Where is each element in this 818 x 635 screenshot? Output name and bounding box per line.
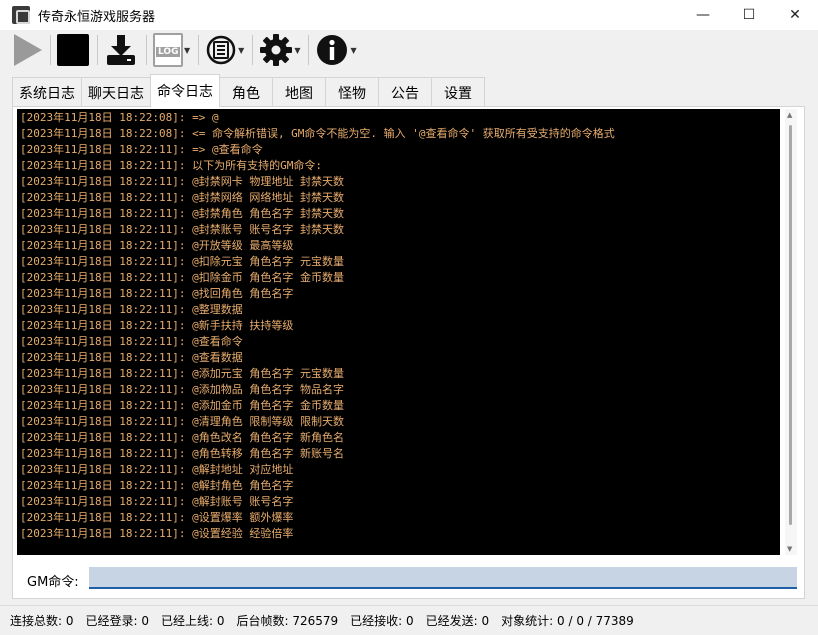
toolbar-separator xyxy=(50,35,51,65)
log-line: [2023年11月18日 18:22:11]: @添加物品 角色名字 物品名字 xyxy=(20,383,344,396)
chevron-down-icon: ▼ xyxy=(184,45,191,55)
scrollbar-thumb[interactable] xyxy=(789,125,792,525)
window-controls: — ☐ ✕ xyxy=(680,0,818,30)
log-line: [2023年11月18日 18:22:11]: @开放等级 最高等级 xyxy=(20,239,294,252)
log-line: [2023年11月18日 18:22:11]: @解封角色 角色名字 xyxy=(20,479,294,492)
log-line: [2023年11月18日 18:22:11]: @扣除金币 角色名字 金币数量 xyxy=(20,271,344,284)
log-line: [2023年11月18日 18:22:11]: => @查看命令 xyxy=(20,143,263,156)
tab-settings[interactable]: 设置 xyxy=(431,77,485,107)
play-icon xyxy=(14,34,42,66)
chevron-down-icon: ▼ xyxy=(350,45,357,55)
toolbar-separator xyxy=(146,35,147,65)
log-icon-label: LOG xyxy=(156,47,181,57)
log-line: [2023年11月18日 18:22:11]: @封禁账号 账号名字 封禁天数 xyxy=(20,223,344,236)
log-line: [2023年11月18日 18:22:11]: @清理角色 限制等级 限制天数 xyxy=(20,415,344,428)
stop-server-button[interactable] xyxy=(57,32,89,68)
stop-icon xyxy=(57,34,89,66)
log-line: [2023年11月18日 18:22:11]: @封禁网卡 物理地址 封禁天数 xyxy=(20,175,344,188)
log-line: [2023年11月18日 18:22:11]: @角色改名 角色名字 新角色名 xyxy=(20,431,344,444)
about-button[interactable]: ▼ xyxy=(315,32,357,68)
log-line: [2023年11月18日 18:22:11]: @封禁网络 网络地址 封禁天数 xyxy=(20,191,344,204)
log-line: [2023年11月18日 18:22:11]: @封禁角色 角色名字 封禁天数 xyxy=(20,207,344,220)
command-log-output: [2023年11月18日 18:22:08]: => @ [2023年11月18日… xyxy=(17,109,780,555)
log-line: [2023年11月18日 18:22:11]: @添加金币 角色名字 金币数量 xyxy=(20,399,344,412)
toolbar: LOG ▼ ▼ ▼ ▼ xyxy=(0,30,818,70)
log-line: [2023年11月18日 18:22:11]: 以下为所有支持的GM命令: xyxy=(20,159,322,172)
status-bar: 连接总数: 0 已经登录: 0 已经上线: 0 后台帧数: 726579 已经接… xyxy=(0,605,818,635)
log-scrollbar[interactable]: ▲ ▼ xyxy=(785,109,797,555)
log-button[interactable]: LOG ▼ xyxy=(153,32,190,68)
status-online: 已经上线: 0 xyxy=(161,614,225,628)
title-bar: 传奇永恒游戏服务器 — ☐ ✕ xyxy=(0,0,818,30)
toolbar-separator xyxy=(97,35,98,65)
minimize-button[interactable]: — xyxy=(680,0,726,30)
log-line: [2023年11月18日 18:22:11]: @角色转移 角色名字 新账号名 xyxy=(20,447,344,460)
tab-chat-log[interactable]: 聊天日志 xyxy=(81,77,151,107)
log-line: [2023年11月18日 18:22:11]: @解封账号 账号名字 xyxy=(20,495,294,508)
toolbar-separator xyxy=(252,35,254,65)
status-logged-in: 已经登录: 0 xyxy=(85,614,150,628)
toolbar-separator xyxy=(308,35,310,65)
tab-strip: 系统日志 聊天日志 命令日志 角色 地图 怪物 公告 设置 xyxy=(12,74,485,107)
toolbar-separator xyxy=(198,35,200,65)
log-line: [2023年11月18日 18:22:11]: @解封地址 对应地址 xyxy=(20,463,294,476)
tab-command-log[interactable]: 命令日志 xyxy=(150,74,220,107)
gm-command-label: GM命令: xyxy=(27,575,79,590)
log-line: [2023年11月18日 18:22:11]: @设置经验 经验倍率 xyxy=(20,527,294,540)
status-total-connections: 连接总数: 0 xyxy=(10,614,74,628)
log-line: [2023年11月18日 18:22:11]: @扣除元宝 角色名字 元宝数量 xyxy=(20,255,344,268)
start-server-button[interactable] xyxy=(10,32,42,68)
scroll-up-icon[interactable]: ▲ xyxy=(787,111,792,119)
log-line: [2023年11月18日 18:22:11]: @新手扶持 扶持等级 xyxy=(20,319,294,332)
log-line: [2023年11月18日 18:22:11]: @整理数据 xyxy=(20,303,243,316)
status-received: 已经接收: 0 xyxy=(350,614,414,628)
log-line: [2023年11月18日 18:22:11]: @查看数据 xyxy=(20,351,243,364)
tab-characters[interactable]: 角色 xyxy=(219,77,273,107)
settings-button[interactable]: ▼ xyxy=(259,32,300,68)
log-line: [2023年11月18日 18:22:11]: @查看命令 xyxy=(20,335,243,348)
chevron-down-icon: ▼ xyxy=(238,45,245,55)
network-button[interactable]: ▼ xyxy=(205,32,244,68)
save-data-button[interactable] xyxy=(104,32,138,68)
window-title: 传奇永恒游戏服务器 xyxy=(38,9,156,25)
download-icon xyxy=(107,35,135,65)
log-icon: LOG xyxy=(153,33,183,67)
log-line: [2023年11月18日 18:22:11]: @设置爆率 额外爆率 xyxy=(20,511,294,524)
tab-monsters[interactable]: 怪物 xyxy=(325,77,379,107)
log-line: [2023年11月18日 18:22:08]: <= 命令解析错误, GM命令不… xyxy=(20,127,615,140)
app-icon xyxy=(12,6,30,24)
maximize-button[interactable]: ☐ xyxy=(726,0,772,30)
log-line: [2023年11月18日 18:22:11]: @找回角色 角色名字 xyxy=(20,287,294,300)
chevron-down-icon: ▼ xyxy=(294,45,301,55)
scroll-down-icon[interactable]: ▼ xyxy=(787,545,792,553)
network-icon xyxy=(206,35,236,65)
tab-announcements[interactable]: 公告 xyxy=(378,77,432,107)
close-button[interactable]: ✕ xyxy=(772,0,818,30)
log-line: [2023年11月18日 18:22:08]: => @ xyxy=(20,111,219,124)
gm-command-input[interactable] xyxy=(89,567,797,589)
status-object-stats: 对象统计: 0 / 0 / 77389 xyxy=(501,614,634,628)
status-frame-count: 后台帧数: 726579 xyxy=(236,614,339,628)
tab-maps[interactable]: 地图 xyxy=(272,77,326,107)
tab-system-log[interactable]: 系统日志 xyxy=(12,77,82,107)
log-line: [2023年11月18日 18:22:11]: @添加元宝 角色名字 元宝数量 xyxy=(20,367,344,380)
command-log-panel: [2023年11月18日 18:22:08]: => @ [2023年11月18日… xyxy=(12,106,805,599)
gear-icon xyxy=(260,34,293,66)
info-icon xyxy=(317,35,348,65)
status-sent: 已经发送: 0 xyxy=(425,614,490,628)
